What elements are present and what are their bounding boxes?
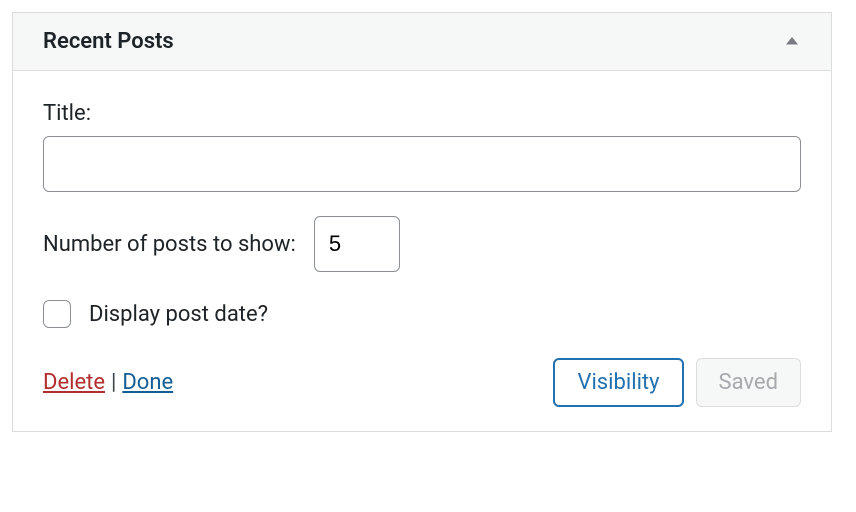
footer-right: Visibility Saved [553,358,801,407]
widget-title: Recent Posts [43,29,174,54]
title-input[interactable] [43,136,801,192]
widget-container: Recent Posts Title: Number of posts to s… [12,12,832,432]
posts-count-field: Number of posts to show: [43,216,801,272]
display-date-label[interactable]: Display post date? [89,302,268,327]
footer-left: Delete | Done [43,370,173,395]
delete-link[interactable]: Delete [43,370,105,395]
widget-header[interactable]: Recent Posts [13,13,831,71]
display-date-field: Display post date? [43,300,801,328]
separator: | [111,370,116,395]
collapse-icon [783,31,801,53]
posts-count-label: Number of posts to show: [43,232,296,257]
done-link[interactable]: Done [122,370,173,395]
title-field: Title: [43,101,801,192]
widget-footer: Delete | Done Visibility Saved [43,358,801,407]
display-date-checkbox[interactable] [43,300,71,328]
widget-body: Title: Number of posts to show: Display … [13,71,831,431]
visibility-button[interactable]: Visibility [553,358,683,407]
title-label: Title: [43,101,801,126]
posts-count-input[interactable] [314,216,400,272]
saved-button: Saved [696,358,801,407]
